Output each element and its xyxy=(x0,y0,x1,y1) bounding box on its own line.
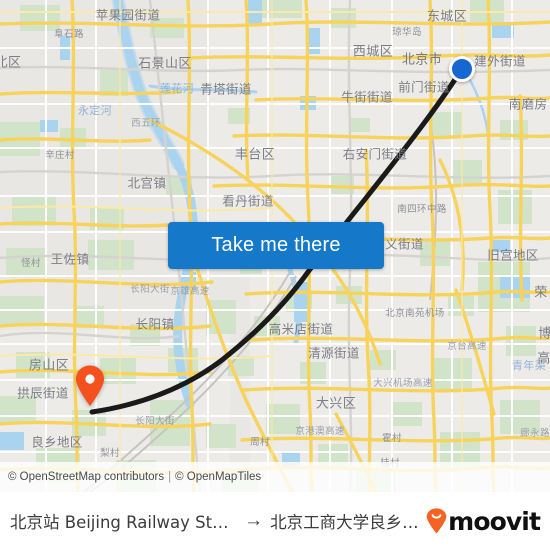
origin-stop-label: 北京站 Beijing Railway Stati... xyxy=(10,513,238,532)
moovit-pin-icon xyxy=(426,508,447,534)
map-attribution: © OpenStreetMap contributors | © OpenMap… xyxy=(0,462,550,492)
moovit-logo[interactable]: moovit xyxy=(426,506,541,536)
destination-marker[interactable] xyxy=(75,365,105,412)
origin-marker[interactable] xyxy=(449,56,475,82)
moovit-route-card: 苹果园街道 阜石路 石景山区 莲花河 青塔街道 永定河 西五环 北区 辛庄村 北宫镇 丰台区 看丹街道… xyxy=(0,0,550,550)
map-canvas[interactable]: 苹果园街道 阜石路 石景山区 莲花河 青塔街道 永定河 西五环 北区 辛庄村 北宫镇 丰台区 看丹街道… xyxy=(0,0,550,492)
map-pin-icon xyxy=(76,365,104,406)
destination-stop-label: 北京工商大学良乡校... xyxy=(270,513,427,532)
attribution-osm[interactable]: © OpenStreetMap contributors xyxy=(8,471,164,483)
take-me-there-button[interactable]: Take me there xyxy=(168,222,384,269)
attribution-openmaptiles[interactable]: © OpenMapTiles xyxy=(175,471,261,483)
route-footer: 北京站 Beijing Railway Stati... → 北京工商大学良乡校… xyxy=(0,492,550,550)
arrow-right-icon: → xyxy=(244,510,264,531)
moovit-wordmark: moovit xyxy=(448,506,541,536)
attribution-separator: | xyxy=(168,471,172,483)
